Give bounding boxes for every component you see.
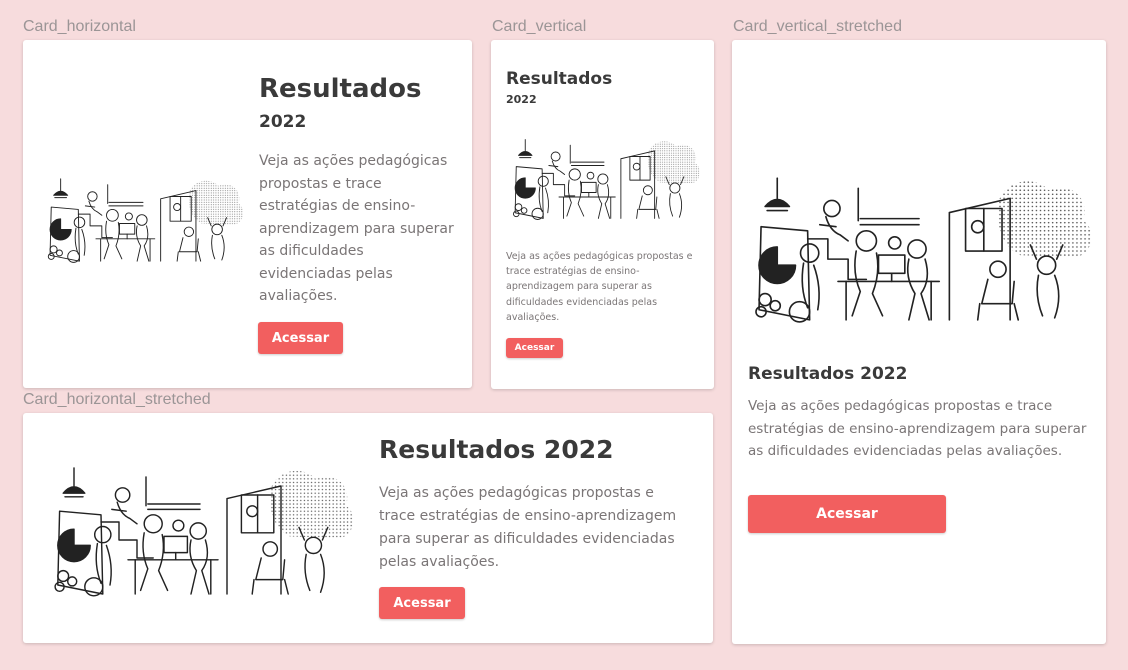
- office-illustration: [755, 177, 1092, 323]
- office-illustration: [512, 139, 701, 220]
- card-title: Resultados: [259, 74, 422, 104]
- access-button[interactable]: Acessar: [379, 587, 465, 619]
- office-illustration: [47, 178, 243, 263]
- card-title: Resultados 2022: [748, 364, 908, 384]
- card-vertical-stretched: Resultados 2022 Veja as ações pedagógica…: [732, 40, 1106, 644]
- access-button[interactable]: Acessar: [506, 338, 563, 358]
- card-year: 2022: [506, 93, 537, 106]
- frame-label-card-horizontal: Card_horizontal: [23, 18, 136, 35]
- card-description: Veja as ações pedagógicas propostas e tr…: [748, 398, 1087, 459]
- card-vertical: Resultados 2022 Veja as ações pedagógica…: [491, 40, 714, 389]
- card-description: Veja as ações pedagógicas propostas e tr…: [506, 251, 693, 323]
- frame-label-card-vertical-stretched: Card_vertical_stretched: [733, 18, 902, 35]
- card-title: Resultados 2022: [379, 435, 614, 464]
- access-button[interactable]: Acessar: [258, 322, 343, 354]
- card-horizontal-stretched: Resultados 2022 Veja as ações pedagógica…: [23, 413, 713, 643]
- card-description: Veja as ações pedagógicas propostas e tr…: [379, 485, 677, 570]
- frame-label-card-horizontal-stretched: Card_horizontal_stretched: [23, 391, 211, 408]
- card-year: 2022: [259, 112, 307, 132]
- card-title: Resultados: [506, 69, 613, 89]
- office-illustration: [54, 467, 353, 597]
- card-horizontal: Resultados 2022 Veja as ações pedagógica…: [23, 40, 472, 388]
- access-button[interactable]: Acessar: [748, 495, 946, 533]
- frame-label-card-vertical: Card_vertical: [492, 18, 587, 35]
- card-description: Veja as ações pedagógicas propostas e tr…: [259, 153, 454, 304]
